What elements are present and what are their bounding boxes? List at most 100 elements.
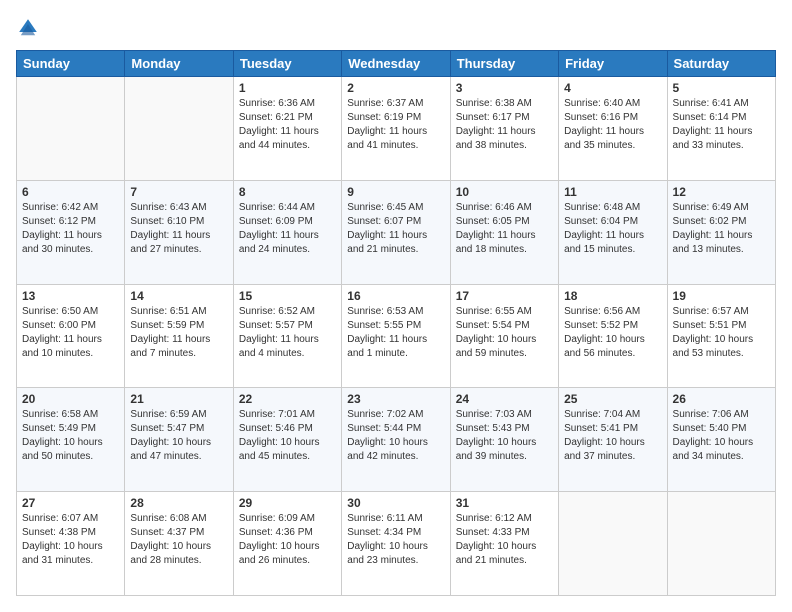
day-info: Sunrise: 6:45 AM Sunset: 6:07 PM Dayligh…: [347, 201, 444, 257]
day-number: 3: [456, 81, 553, 95]
day-info: Sunrise: 6:48 AM Sunset: 6:04 PM Dayligh…: [564, 201, 661, 257]
calendar-cell: 20Sunrise: 6:58 AM Sunset: 5:49 PM Dayli…: [17, 388, 125, 492]
day-number: 10: [456, 185, 553, 199]
weekday-header-row: SundayMondayTuesdayWednesdayThursdayFrid…: [17, 51, 776, 77]
calendar-table: SundayMondayTuesdayWednesdayThursdayFrid…: [16, 50, 776, 596]
calendar-cell: 31 Sunrise: 6:12 AM Sunset: 4:33 PM Dayli…: [450, 492, 558, 596]
logo: [16, 16, 44, 40]
day-info: Sunrise: 7:06 AM Sunset: 5:40 PM Dayligh…: [673, 408, 770, 464]
day-info: Sunrise: 6:56 AM Sunset: 5:52 PM Dayligh…: [564, 305, 661, 361]
weekday-tuesday: Tuesday: [233, 51, 341, 77]
calendar-cell: 17Sunrise: 6:55 AM Sunset: 5:54 PM Dayli…: [450, 284, 558, 388]
calendar-cell: 25Sunrise: 7:04 AM Sunset: 5:41 PM Dayli…: [559, 388, 667, 492]
day-number: 9: [347, 185, 444, 199]
day-info: Sunrise: 6:53 AM Sunset: 5:55 PM Dayligh…: [347, 305, 444, 361]
day-info: Sunrise: 7:03 AM Sunset: 5:43 PM Dayligh…: [456, 408, 553, 464]
day-number: 22: [239, 392, 336, 406]
day-number: 14: [130, 289, 227, 303]
calendar-cell: 13Sunrise: 6:50 AM Sunset: 6:00 PM Dayli…: [17, 284, 125, 388]
calendar-cell: 12 Sunrise: 6:49 AM Sunset: 6:02 PM Dayli…: [667, 180, 775, 284]
day-number: 21: [130, 392, 227, 406]
calendar-cell: 28 Sunrise: 6:08 AM Sunset: 4:37 PM Dayli…: [125, 492, 233, 596]
day-info: Sunrise: 6:08 AM Sunset: 4:37 PM Dayligh…: [130, 512, 227, 568]
logo-icon: [16, 16, 40, 40]
calendar-cell: 5Sunrise: 6:41 AM Sunset: 6:14 PM Daylig…: [667, 77, 775, 181]
calendar-cell: 27Sunrise: 6:07 AM Sunset: 4:38 PM Dayli…: [17, 492, 125, 596]
calendar-cell: [559, 492, 667, 596]
calendar-cell: 6 Sunrise: 6:42 AM Sunset: 6:12 PM Daylig…: [17, 180, 125, 284]
calendar-cell: 11 Sunrise: 6:48 AM Sunset: 6:04 PM Dayli…: [559, 180, 667, 284]
day-number: 15: [239, 289, 336, 303]
calendar-cell: 18 Sunrise: 6:56 AM Sunset: 5:52 PM Dayli…: [559, 284, 667, 388]
day-number: 8: [239, 185, 336, 199]
page: SundayMondayTuesdayWednesdayThursdayFrid…: [0, 0, 792, 612]
day-info: Sunrise: 6:50 AM Sunset: 6:00 PM Dayligh…: [22, 305, 119, 361]
calendar-cell: [125, 77, 233, 181]
day-number: 29: [239, 496, 336, 510]
day-number: 12: [673, 185, 770, 199]
day-number: 28: [130, 496, 227, 510]
day-info: Sunrise: 6:49 AM Sunset: 6:02 PM Dayligh…: [673, 201, 770, 257]
calendar-cell: 24Sunrise: 7:03 AM Sunset: 5:43 PM Dayli…: [450, 388, 558, 492]
day-info: Sunrise: 6:40 AM Sunset: 6:16 PM Dayligh…: [564, 97, 661, 153]
calendar-cell: 10 Sunrise: 6:46 AM Sunset: 6:05 PM Dayli…: [450, 180, 558, 284]
day-number: 2: [347, 81, 444, 95]
week-row-2: 13Sunrise: 6:50 AM Sunset: 6:00 PM Dayli…: [17, 284, 776, 388]
calendar-cell: 7 Sunrise: 6:43 AM Sunset: 6:10 PM Daylig…: [125, 180, 233, 284]
day-info: Sunrise: 6:46 AM Sunset: 6:05 PM Dayligh…: [456, 201, 553, 257]
calendar-cell: [17, 77, 125, 181]
weekday-sunday: Sunday: [17, 51, 125, 77]
weekday-thursday: Thursday: [450, 51, 558, 77]
day-info: Sunrise: 6:41 AM Sunset: 6:14 PM Dayligh…: [673, 97, 770, 153]
day-info: Sunrise: 6:42 AM Sunset: 6:12 PM Dayligh…: [22, 201, 119, 257]
day-info: Sunrise: 6:11 AM Sunset: 4:34 PM Dayligh…: [347, 512, 444, 568]
day-number: 16: [347, 289, 444, 303]
calendar-cell: 1 Sunrise: 6:36 AM Sunset: 6:21 PM Daylig…: [233, 77, 341, 181]
calendar-cell: 21Sunrise: 6:59 AM Sunset: 5:47 PM Dayli…: [125, 388, 233, 492]
calendar-cell: 29 Sunrise: 6:09 AM Sunset: 4:36 PM Dayli…: [233, 492, 341, 596]
day-info: Sunrise: 7:04 AM Sunset: 5:41 PM Dayligh…: [564, 408, 661, 464]
day-info: Sunrise: 6:43 AM Sunset: 6:10 PM Dayligh…: [130, 201, 227, 257]
calendar-cell: 3 Sunrise: 6:38 AM Sunset: 6:17 PM Daylig…: [450, 77, 558, 181]
weekday-monday: Monday: [125, 51, 233, 77]
week-row-0: 1 Sunrise: 6:36 AM Sunset: 6:21 PM Daylig…: [17, 77, 776, 181]
day-info: Sunrise: 6:12 AM Sunset: 4:33 PM Dayligh…: [456, 512, 553, 568]
day-number: 7: [130, 185, 227, 199]
day-info: Sunrise: 6:38 AM Sunset: 6:17 PM Dayligh…: [456, 97, 553, 153]
calendar-cell: 4 Sunrise: 6:40 AM Sunset: 6:16 PM Daylig…: [559, 77, 667, 181]
day-number: 1: [239, 81, 336, 95]
calendar-cell: 23 Sunrise: 7:02 AM Sunset: 5:44 PM Dayli…: [342, 388, 450, 492]
day-number: 19: [673, 289, 770, 303]
day-number: 6: [22, 185, 119, 199]
day-info: Sunrise: 6:36 AM Sunset: 6:21 PM Dayligh…: [239, 97, 336, 153]
week-row-3: 20Sunrise: 6:58 AM Sunset: 5:49 PM Dayli…: [17, 388, 776, 492]
calendar-cell: 30 Sunrise: 6:11 AM Sunset: 4:34 PM Dayli…: [342, 492, 450, 596]
day-info: Sunrise: 7:02 AM Sunset: 5:44 PM Dayligh…: [347, 408, 444, 464]
day-number: 30: [347, 496, 444, 510]
weekday-saturday: Saturday: [667, 51, 775, 77]
day-info: Sunrise: 6:44 AM Sunset: 6:09 PM Dayligh…: [239, 201, 336, 257]
header: [16, 16, 776, 40]
calendar-cell: 14Sunrise: 6:51 AM Sunset: 5:59 PM Dayli…: [125, 284, 233, 388]
day-number: 31: [456, 496, 553, 510]
week-row-4: 27Sunrise: 6:07 AM Sunset: 4:38 PM Dayli…: [17, 492, 776, 596]
calendar-cell: 15 Sunrise: 6:52 AM Sunset: 5:57 PM Dayli…: [233, 284, 341, 388]
day-number: 26: [673, 392, 770, 406]
weekday-friday: Friday: [559, 51, 667, 77]
day-info: Sunrise: 6:37 AM Sunset: 6:19 PM Dayligh…: [347, 97, 444, 153]
calendar-cell: 2 Sunrise: 6:37 AM Sunset: 6:19 PM Daylig…: [342, 77, 450, 181]
calendar-cell: 9 Sunrise: 6:45 AM Sunset: 6:07 PM Daylig…: [342, 180, 450, 284]
calendar-cell: [667, 492, 775, 596]
day-number: 17: [456, 289, 553, 303]
day-number: 18: [564, 289, 661, 303]
calendar-cell: 26 Sunrise: 7:06 AM Sunset: 5:40 PM Dayli…: [667, 388, 775, 492]
day-number: 11: [564, 185, 661, 199]
day-number: 4: [564, 81, 661, 95]
day-number: 27: [22, 496, 119, 510]
day-number: 23: [347, 392, 444, 406]
calendar-cell: 8 Sunrise: 6:44 AM Sunset: 6:09 PM Daylig…: [233, 180, 341, 284]
day-number: 20: [22, 392, 119, 406]
day-info: Sunrise: 6:52 AM Sunset: 5:57 PM Dayligh…: [239, 305, 336, 361]
calendar-cell: 22Sunrise: 7:01 AM Sunset: 5:46 PM Dayli…: [233, 388, 341, 492]
day-info: Sunrise: 6:09 AM Sunset: 4:36 PM Dayligh…: [239, 512, 336, 568]
